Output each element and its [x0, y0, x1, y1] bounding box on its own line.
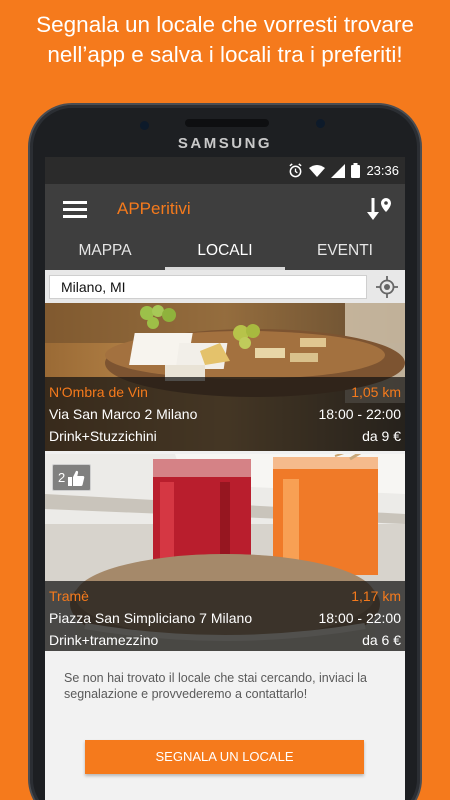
signal-icon: [331, 163, 346, 178]
venue-name: N'Ombra de Vin: [49, 384, 148, 400]
thumbs-up-icon: [68, 470, 85, 486]
report-note: Se non hai trovato il locale che stai ce…: [64, 671, 367, 701]
venue-card[interactable]: N'Ombra de Vin 1,05 km Via San Marco 2 M…: [45, 303, 405, 451]
location-search-bar: [45, 270, 405, 303]
location-input[interactable]: [49, 275, 367, 299]
report-section: Se non hai trovato il locale che stai ce…: [45, 651, 405, 800]
app-title: APPeritivi: [117, 199, 191, 218]
hamburger-icon: [63, 200, 87, 204]
promo-line-2: nell’app e salva i locali tra i preferit…: [47, 42, 403, 67]
earpiece-speaker: [185, 119, 269, 127]
venue-info: N'Ombra de Vin 1,05 km Via San Marco 2 M…: [45, 377, 405, 451]
venue-distance: 1,05 km: [351, 384, 401, 400]
status-time: 23:36: [366, 163, 399, 178]
alarm-icon: [289, 163, 303, 178]
tab-eventi[interactable]: EVENTI: [285, 234, 405, 270]
venue-offer: Drink+Stuzzichini: [49, 428, 157, 444]
menu-button[interactable]: [45, 184, 105, 234]
venue-hours: 18:00 - 22:00: [318, 610, 401, 626]
battery-icon: [351, 163, 361, 178]
promo-caption: Segnala un locale che vorresti trovare n…: [0, 10, 450, 70]
venue-distance: 1,17 km: [351, 588, 401, 604]
front-camera: [140, 121, 149, 130]
venue-price: da 9 €: [362, 428, 401, 444]
report-venue-button[interactable]: SEGNALA UN LOCALE: [85, 740, 364, 774]
venue-name: Tramè: [49, 588, 89, 604]
tab-mappa[interactable]: MAPPA: [45, 234, 165, 270]
venue-offer: Drink+tramezzino: [49, 632, 159, 648]
venue-address: Via San Marco 2 Milano: [49, 406, 198, 422]
proximity-sensor: [316, 119, 325, 128]
status-bar: 23:36: [45, 157, 405, 184]
venue-hours: 18:00 - 22:00: [318, 406, 401, 422]
venue-card[interactable]: 2 Tramè 1,17 km Piazza San Simpliciano 7…: [45, 454, 405, 655]
likes-badge[interactable]: 2: [52, 464, 91, 491]
venue-price: da 6 €: [362, 632, 401, 648]
sort-location-icon[interactable]: [365, 195, 393, 223]
tab-locali[interactable]: LOCALI: [165, 234, 285, 270]
app-screen: 23:36 APPeritivi MAPPA LOCALI EVENTI Mil…: [45, 157, 405, 800]
promo-line-1: Segnala un locale che vorresti trovare: [36, 12, 414, 37]
likes-count: 2: [58, 470, 66, 485]
my-location-icon[interactable]: [376, 276, 398, 298]
tab-bar: MAPPA LOCALI EVENTI: [45, 234, 405, 270]
venue-address: Piazza San Simpliciano 7 Milano: [49, 610, 253, 626]
app-bar: APPeritivi: [45, 184, 405, 234]
venue-info: Tramè 1,17 km Piazza San Simpliciano 7 M…: [45, 581, 405, 655]
device-brand: SAMSUNG: [177, 135, 273, 152]
wifi-icon: [309, 164, 326, 177]
